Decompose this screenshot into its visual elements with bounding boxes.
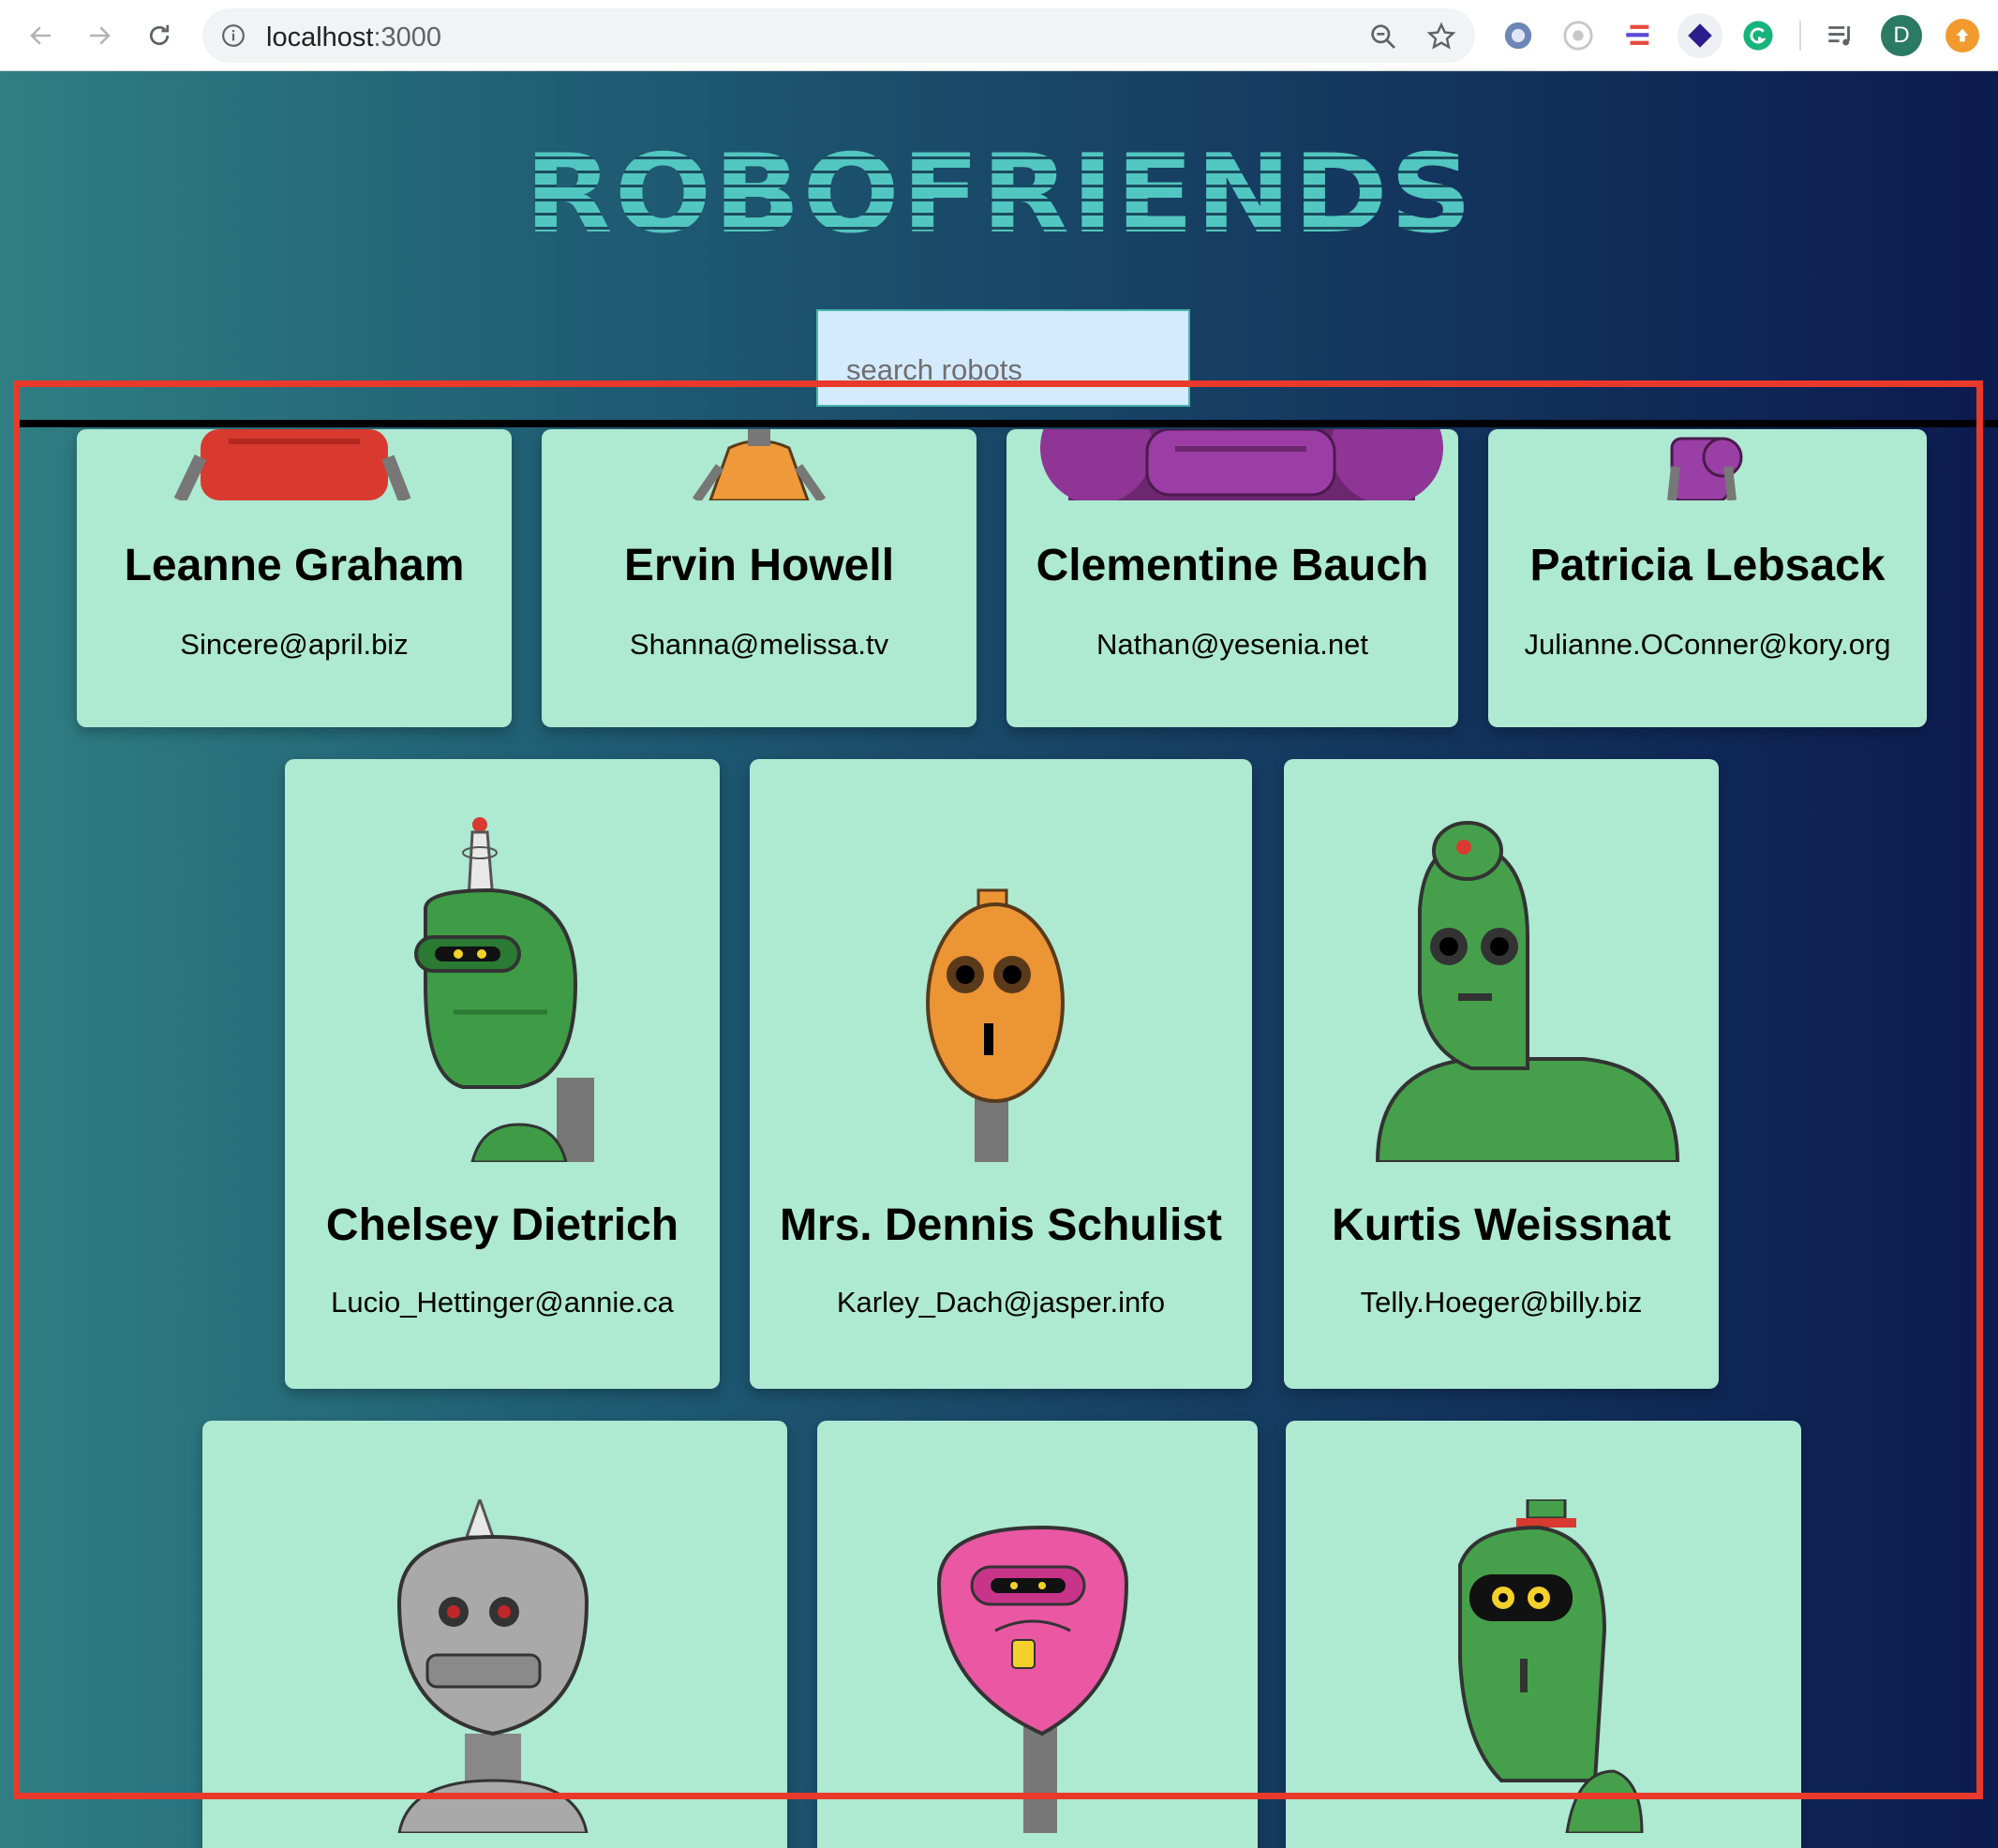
robot-image <box>936 1525 1129 1833</box>
address-bar[interactable]: localhost:3000 <box>202 8 1475 63</box>
extension-lines-icon <box>1626 24 1649 45</box>
update-arrow-icon <box>1956 28 1969 42</box>
robot-card[interactable] <box>1286 1421 1801 1848</box>
reload-button[interactable] <box>139 15 180 56</box>
robot-name: Mrs. Dennis Schulist <box>779 1200 1223 1250</box>
zoom-icon[interactable] <box>1368 22 1398 52</box>
back-arrow-icon <box>30 26 51 45</box>
search-input[interactable] <box>816 309 1190 407</box>
robot-name: Patricia Lebsack <box>1529 541 1886 590</box>
extension-2[interactable] <box>1559 17 1597 54</box>
robot-card[interactable]: Leanne Graham Sincere@april.biz <box>77 429 512 727</box>
robot-image <box>396 1499 589 1833</box>
grammarly-icon <box>1743 21 1773 51</box>
extension-1[interactable] <box>1499 17 1537 54</box>
robot-image <box>173 429 411 500</box>
forward-arrow-icon <box>90 26 111 45</box>
robot-card[interactable]: Ervin Howell Shanna@melissa.tv <box>542 429 977 727</box>
playlist-icon <box>1828 26 1850 46</box>
robot-card[interactable] <box>817 1421 1258 1848</box>
extension-diamond-icon <box>1688 23 1712 48</box>
robofriends-page: ROBOFRIENDS Leanne Graham Sincere@april.… <box>0 71 1998 1848</box>
robot-image <box>1040 429 1443 500</box>
robot-image <box>1458 1499 1644 1833</box>
robot-name: Leanne Graham <box>124 541 465 590</box>
robot-email: Shanna@melissa.tv <box>629 628 889 661</box>
extension-swirl-icon <box>1504 22 1532 50</box>
media-control-button[interactable] <box>1822 17 1859 54</box>
robot-email: Karley_Dach@jasper.info <box>836 1286 1166 1319</box>
scroll-divider <box>17 420 1998 427</box>
extension-4[interactable] <box>1677 13 1722 58</box>
robot-email: Telly.Hoeger@billy.biz <box>1360 1286 1643 1319</box>
update-button[interactable] <box>1946 19 1979 52</box>
robot-image <box>414 817 594 1162</box>
url-host: localhost <box>266 22 374 52</box>
robot-card[interactable] <box>202 1421 787 1848</box>
robot-email: Lucio_Hettinger@annie.ca <box>331 1286 674 1319</box>
extension-grammarly[interactable] <box>1739 17 1777 54</box>
robot-image <box>926 888 1065 1162</box>
robot-email: Nathan@yesenia.net <box>1096 628 1368 661</box>
robot-card[interactable]: Chelsey Dietrich Lucio_Hettinger@annie.c… <box>285 759 720 1389</box>
robot-card[interactable]: Patricia Lebsack Julianne.OConner@kory.o… <box>1488 429 1927 727</box>
profile-avatar[interactable]: D <box>1881 15 1922 56</box>
extension-3[interactable] <box>1619 17 1657 54</box>
app-title: ROBOFRIENDS <box>524 131 1474 258</box>
toolbar-divider <box>1799 21 1801 51</box>
extension-eye-icon <box>1563 21 1593 51</box>
robot-image <box>692 429 827 500</box>
url-port: :3000 <box>373 22 442 52</box>
robot-name: Ervin Howell <box>623 541 895 590</box>
browser-toolbar: localhost:3000 D <box>0 0 1998 71</box>
robot-image <box>1375 821 1680 1162</box>
robot-card[interactable]: Clementine Bauch Nathan@yesenia.net <box>1006 429 1458 727</box>
info-icon[interactable] <box>221 23 246 48</box>
robot-email: Sincere@april.biz <box>180 628 409 661</box>
robot-card[interactable]: Kurtis Weissnat Telly.Hoeger@billy.biz <box>1284 759 1719 1389</box>
robot-name: Clementine Bauch <box>1036 541 1429 590</box>
url-text: localhost:3000 <box>266 22 441 53</box>
robot-card[interactable]: Mrs. Dennis Schulist Karley_Dach@jasper.… <box>750 759 1252 1389</box>
robot-image <box>1667 437 1743 500</box>
forward-button[interactable] <box>79 15 120 56</box>
robot-name: Kurtis Weissnat <box>1332 1200 1671 1250</box>
robot-email: Julianne.OConner@kory.org <box>1524 628 1891 661</box>
back-button[interactable] <box>21 15 62 56</box>
bookmark-star-icon[interactable] <box>1426 22 1456 52</box>
reload-icon <box>149 24 170 46</box>
robot-name: Chelsey Dietrich <box>325 1200 679 1250</box>
app-logo: ROBOFRIENDS <box>0 131 1998 258</box>
